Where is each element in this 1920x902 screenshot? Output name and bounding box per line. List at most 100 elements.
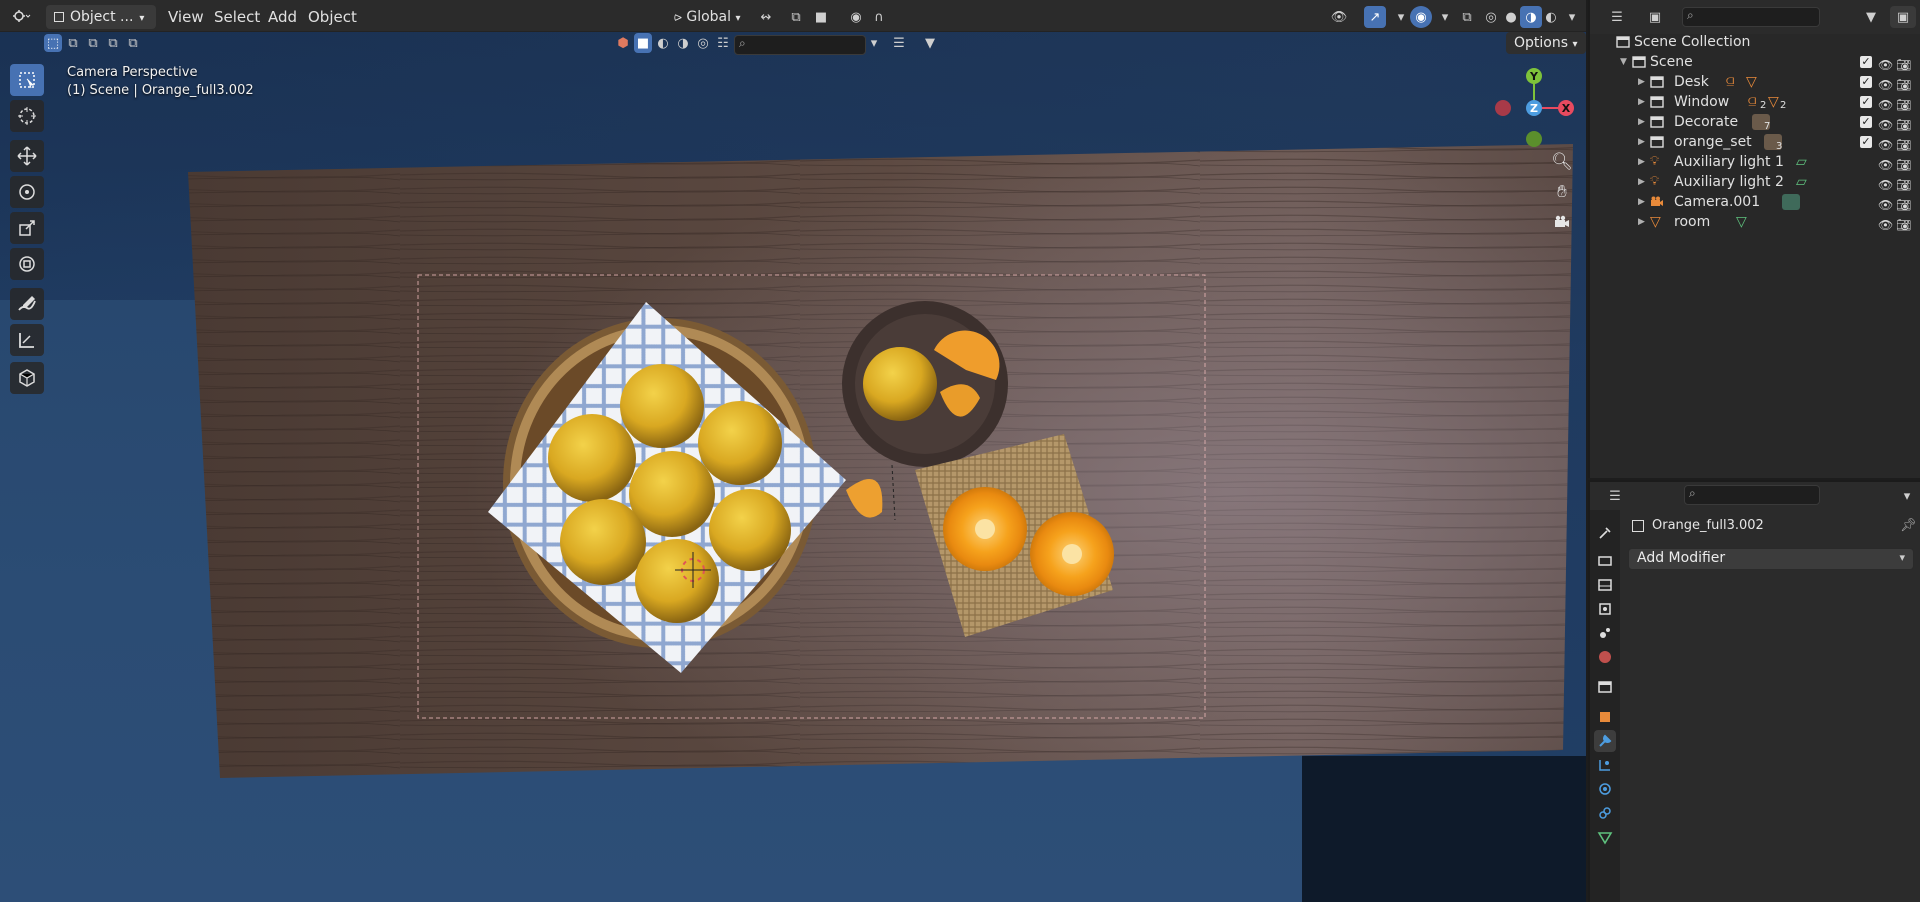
gizmo-y-axis[interactable]: Y — [1526, 68, 1542, 84]
select-mode-intersect-icon[interactable]: ⧉ — [124, 34, 142, 52]
select-mode-invert-icon[interactable]: ⧉ — [104, 34, 122, 52]
shading-dropdown-icon[interactable]: ▾ — [1561, 6, 1583, 28]
overlays-toggle-icon[interactable]: ◉ — [1410, 6, 1432, 28]
outliner-row-decorate[interactable]: ▶ Decorate 7 ✓ 👁︎ 📷︎ — [1590, 112, 1920, 132]
particles-tab-icon[interactable] — [1594, 754, 1616, 776]
exclude-checkbox[interactable]: ✓ — [1860, 56, 1872, 68]
transform-orientation-dropdown[interactable]: ⪧ Global ▾ — [668, 6, 747, 28]
exclude-checkbox[interactable]: ✓ — [1860, 116, 1872, 128]
gizmo-x-axis[interactable]: X — [1558, 100, 1574, 116]
eye-icon[interactable]: 👁︎ — [1878, 135, 1894, 152]
outliner-row-camera-001[interactable]: ▶ Camera.001 👁︎ 📷︎ — [1590, 192, 1920, 212]
add-cube-tool[interactable] — [10, 362, 44, 394]
outliner-row-room[interactable]: ▶ ▽ room ▽ 👁︎ 📷︎ — [1590, 212, 1920, 232]
new-collection-icon[interactable]: ▣ — [1890, 6, 1916, 28]
eye-icon[interactable]: 👁︎ — [1878, 195, 1894, 212]
transform-tool[interactable] — [10, 248, 44, 280]
eye-icon[interactable]: 👁︎ — [1878, 115, 1894, 132]
filter-camera-icon[interactable]: ◑ — [674, 33, 692, 53]
gizmo-neg-y-axis[interactable] — [1526, 131, 1542, 147]
exclude-checkbox[interactable]: ✓ — [1860, 136, 1872, 148]
modifier-tab-icon[interactable] — [1594, 730, 1616, 752]
3d-viewport[interactable]: Camera Perspective (1) Scene | Orange_fu… — [0, 0, 1586, 902]
object-tab-icon[interactable] — [1594, 706, 1616, 728]
exclude-checkbox[interactable]: ✓ — [1860, 96, 1872, 108]
pivot-point-icon[interactable]: ↭ — [755, 6, 777, 28]
eye-icon[interactable]: 👁︎ — [1878, 215, 1894, 232]
pan-hand-icon[interactable]: ✋︎ — [1548, 178, 1576, 206]
render-camera-icon[interactable]: 📷︎ — [1896, 135, 1912, 152]
outliner-row-scene[interactable]: ▼ Scene ✓ 👁︎ 📷︎ — [1590, 52, 1920, 72]
zoom-icon[interactable]: 🔍︎ — [1548, 148, 1576, 176]
scene-tab-icon[interactable] — [1594, 622, 1616, 644]
filter-dropdown-icon[interactable]: ▼ — [916, 33, 944, 53]
view-layer-tab-icon[interactable] — [1594, 598, 1616, 620]
outliner-filter-icon[interactable]: ▼ — [1856, 6, 1886, 28]
outliner-search-input[interactable]: ⌕ — [1682, 7, 1820, 27]
rendered-shading-icon[interactable]: ◐ — [1540, 6, 1562, 28]
outliner-editor-type-icon[interactable]: ☰ — [1602, 6, 1632, 28]
outliner-row-auxiliary-light-1[interactable]: ▶ 💡︎ Auxiliary light 1 ▱ 👁︎ 📷︎ — [1590, 152, 1920, 172]
filter-other-icon[interactable]: ☷ — [714, 33, 732, 53]
exclude-checkbox[interactable]: ✓ — [1860, 76, 1872, 88]
sort-dropdown-icon[interactable]: ☰ — [886, 33, 912, 53]
snap-target-icon[interactable]: ■ — [810, 6, 832, 28]
eye-icon[interactable]: 👁︎ — [1878, 95, 1894, 112]
falloff-icon[interactable]: ∩ — [868, 6, 890, 28]
gizmo-neg-x-axis[interactable] — [1495, 100, 1511, 116]
outliner-row-scene-collection[interactable]: Scene Collection — [1590, 32, 1920, 52]
cursor-tool[interactable] — [10, 100, 44, 132]
proportional-edit-icon[interactable]: ◉ — [845, 6, 867, 28]
render-camera-icon[interactable]: 📷︎ — [1896, 155, 1912, 172]
menu-view[interactable]: View — [162, 6, 210, 28]
editor-type-dropdown[interactable] — [6, 5, 38, 27]
render-camera-icon[interactable]: 📷︎ — [1896, 115, 1912, 132]
properties-editor-type-icon[interactable]: ☰ — [1600, 485, 1630, 507]
rotate-tool[interactable] — [10, 176, 44, 208]
select-box-tool[interactable] — [10, 64, 44, 96]
solid-shading-icon[interactable]: ● — [1500, 6, 1522, 28]
eye-icon[interactable]: 👁︎ — [1878, 55, 1894, 72]
options-dropdown[interactable]: Options ▾ — [1506, 32, 1586, 54]
menu-add[interactable]: Add — [262, 6, 303, 28]
render-camera-icon[interactable]: 📷︎ — [1896, 55, 1912, 72]
mode-dropdown[interactable]: Object ... ▾ — [46, 5, 156, 29]
xray-toggle-icon[interactable]: ⧉ — [1456, 6, 1478, 28]
navigation-gizmo[interactable]: Y X Z — [1488, 64, 1586, 154]
snap-toggle-icon[interactable]: ⧉ — [785, 6, 807, 28]
outliner-row-auxiliary-light-2[interactable]: ▶ 💡︎ Auxiliary light 2 ▱ 👁︎ 📷︎ — [1590, 172, 1920, 192]
eye-icon[interactable]: 👁︎ — [1878, 75, 1894, 92]
filter-light-icon[interactable]: ◐ — [654, 33, 672, 53]
menu-select[interactable]: Select — [208, 6, 266, 28]
filter-mesh-icon[interactable]: ■ — [634, 33, 652, 53]
object-types-icon[interactable]: ⬢ — [614, 33, 632, 53]
eye-icon[interactable]: 👁︎ — [1878, 175, 1894, 192]
outliner-row-window[interactable]: ▶ Window ⫑ 2 ▽ 2 ✓ 👁︎ 📷︎ — [1590, 92, 1920, 112]
world-tab-icon[interactable] — [1594, 646, 1616, 668]
render-camera-icon[interactable]: 📷︎ — [1896, 195, 1912, 212]
gizmo-toggle-icon[interactable]: ↗ — [1364, 6, 1386, 28]
physics-tab-icon[interactable] — [1594, 778, 1616, 800]
outliner-row-orange-set[interactable]: ▶ orange_set 3 ✓ 👁︎ 📷︎ — [1590, 132, 1920, 152]
gizmo-z-axis[interactable]: Z — [1526, 100, 1542, 116]
material-preview-shading-icon[interactable]: ◑ — [1520, 6, 1542, 28]
collection-tab-icon[interactable] — [1594, 676, 1616, 698]
properties-options-icon[interactable]: ▾ — [1896, 485, 1918, 507]
render-camera-icon[interactable]: 📷︎ — [1896, 95, 1912, 112]
eye-icon[interactable]: 👁︎ — [1878, 155, 1894, 172]
overlays-dropdown-icon[interactable]: ▾ — [1434, 6, 1456, 28]
measure-tool[interactable] — [10, 324, 44, 356]
outliner-row-desk[interactable]: ▶ Desk ⫑ ▽ ✓ 👁︎ 📷︎ — [1590, 72, 1920, 92]
render-camera-icon[interactable]: 📷︎ — [1896, 75, 1912, 92]
select-mode-new-icon[interactable]: ⬚ — [44, 34, 62, 52]
render-tab-icon[interactable] — [1594, 550, 1616, 572]
move-tool[interactable] — [10, 140, 44, 172]
select-mode-extend-icon[interactable]: ⧉ — [64, 34, 82, 52]
filter-empty-icon[interactable]: ◎ — [694, 33, 712, 53]
output-tab-icon[interactable] — [1594, 574, 1616, 596]
annotate-tool[interactable] — [10, 288, 44, 320]
tool-tab-icon[interactable] — [1594, 522, 1616, 544]
gizmo-dropdown-icon[interactable]: ▾ — [1390, 6, 1412, 28]
menu-object[interactable]: Object — [302, 6, 363, 28]
visibility-dropdown-icon[interactable]: 👁︎ — [1328, 6, 1350, 28]
